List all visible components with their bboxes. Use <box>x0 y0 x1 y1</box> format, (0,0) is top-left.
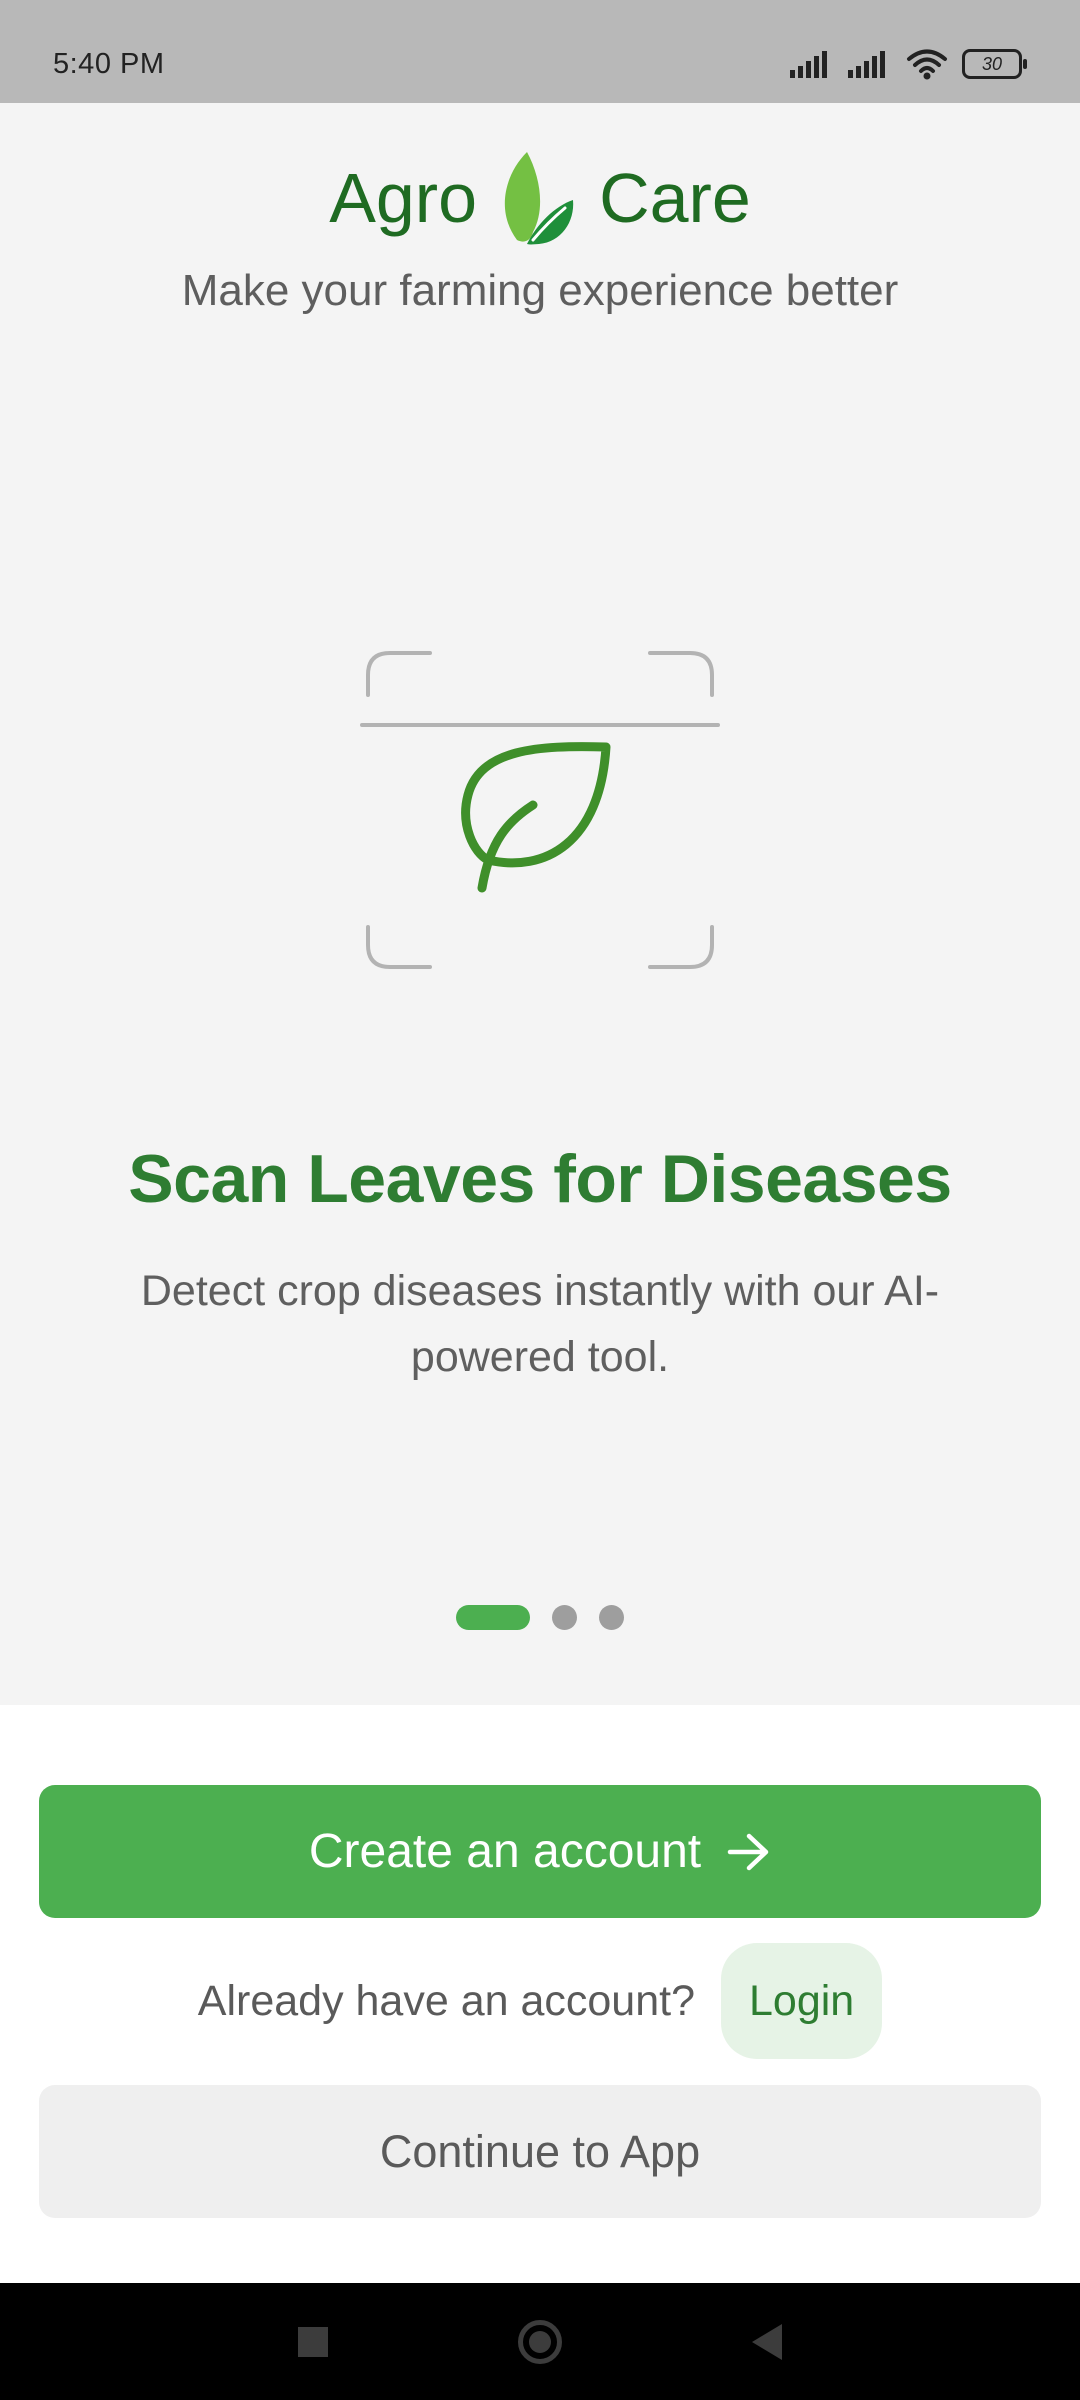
continue-to-app-button[interactable]: Continue to App <box>39 2085 1041 2218</box>
page-dot[interactable] <box>599 1605 624 1630</box>
page-dot[interactable] <box>552 1605 577 1630</box>
back-icon[interactable] <box>752 2323 782 2360</box>
tagline: Make your farming experience better <box>181 266 899 315</box>
create-account-button[interactable]: Create an account <box>39 1785 1041 1918</box>
arrow-right-icon <box>727 1833 769 1870</box>
status-icons: 30 <box>790 48 1027 80</box>
brand-name-right: Care <box>599 159 751 237</box>
battery-icon: 30 <box>962 49 1027 79</box>
brand-name-left: Agro <box>329 159 478 237</box>
bottom-panel: Create an account Already have an accoun… <box>0 1705 1080 2283</box>
signal-icon <box>848 51 885 78</box>
login-prompt: Already have an account? <box>197 1976 695 2025</box>
slide-title: Scan Leaves for Diseases <box>128 1141 952 1217</box>
system-nav-bar <box>0 2283 1080 2400</box>
header: Agro Care Make your farming experience b… <box>0 150 1080 316</box>
app-logo: Agro Care <box>0 150 1080 246</box>
login-button[interactable]: Login <box>721 1943 883 2059</box>
page-dot-active[interactable] <box>456 1605 530 1630</box>
home-icon[interactable] <box>518 2319 562 2364</box>
status-time: 5:40 PM <box>53 48 165 80</box>
leaf-logo-icon <box>504 152 574 245</box>
status-bar: 5:40 PM 30 <box>0 0 1080 103</box>
create-account-label: Create an account <box>308 1825 702 1878</box>
wifi-icon <box>907 49 947 80</box>
scan-leaf-icon <box>360 651 720 969</box>
page-indicator <box>0 1605 1080 1630</box>
signal-icon <box>790 51 827 78</box>
login-row: Already have an account? Login <box>0 1943 1080 2059</box>
recents-icon[interactable] <box>298 2326 328 2357</box>
slide-description: Detect crop diseases instantly with our … <box>140 1267 940 1381</box>
